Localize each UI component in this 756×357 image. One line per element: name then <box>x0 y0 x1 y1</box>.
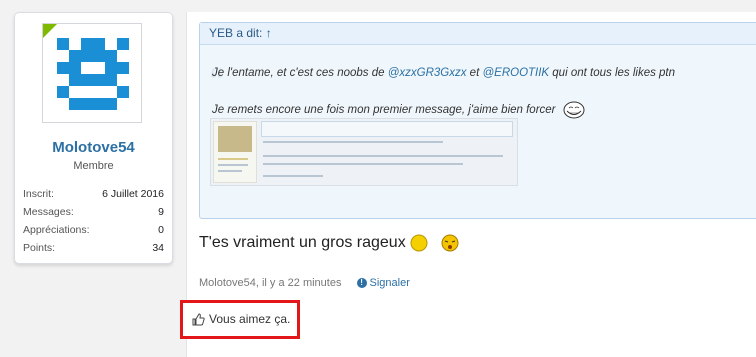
embedded-line <box>218 164 248 166</box>
quote-line-1: Je l'entame, et c'est ces noobs de @xzxG… <box>212 67 752 79</box>
message-content: YEB a dit: ↑ “ Je l'entame, et c'est ces… <box>180 12 756 357</box>
report-button[interactable]: ! Signaler <box>356 277 410 289</box>
stat-row-messages: Messages: 9 <box>23 203 164 221</box>
author-time-link[interactable]: Molotove54, il y a 22 minutes <box>199 277 341 289</box>
stat-value: 0 <box>158 224 164 236</box>
avatar[interactable] <box>42 23 142 123</box>
embedded-avatar <box>218 126 252 152</box>
quote-text: Je remets encore une fois mon premier me… <box>212 104 556 117</box>
stat-label: Appréciations: <box>23 224 90 236</box>
stat-label: Points: <box>23 242 56 254</box>
likes-summary[interactable]: Vous aimez ça. <box>188 309 294 329</box>
thumbs-up-icon <box>192 313 205 326</box>
stat-value[interactable]: 9 <box>158 203 164 221</box>
user-panel: Molotove54 Membre Inscrit: 6 Juillet 201… <box>14 12 173 264</box>
online-indicator <box>43 24 57 38</box>
mention-link[interactable]: @EROOTIIK <box>482 67 549 79</box>
mention-link[interactable]: @xzxGR3Gxzx <box>388 67 467 79</box>
stat-value[interactable]: 34 <box>152 239 164 257</box>
embedded-userpane <box>213 121 257 183</box>
quote-block: YEB a dit: ↑ “ Je l'entame, et c'est ces… <box>199 22 756 219</box>
embedded-screenshot-image <box>210 118 518 186</box>
embedded-quote <box>261 121 513 137</box>
stat-value: 6 Juillet 2016 <box>102 188 164 200</box>
trollface-icon <box>563 101 585 119</box>
stat-row-points: Points: 34 <box>23 239 164 257</box>
embedded-line <box>263 155 503 157</box>
embedded-line <box>263 163 463 165</box>
quote-text: qui ont tous les likes ptn <box>549 67 676 79</box>
stat-row-inscrit: Inscrit: 6 Juillet 2016 <box>23 185 164 203</box>
username-link[interactable]: Molotove54 <box>15 139 172 156</box>
angry-smiley-icon <box>441 234 459 252</box>
stat-label: Inscrit: <box>23 188 54 200</box>
user-title: Membre <box>73 160 114 172</box>
post-body: T'es vraiment un gros rageux <box>199 234 461 252</box>
likes-text: Vous aimez ça. <box>209 312 291 326</box>
quote-text: et <box>466 67 483 79</box>
stat-label: Messages: <box>23 206 74 218</box>
quote-body: “ Je l'entame, et c'est ces noobs de @xz… <box>200 45 756 119</box>
info-icon: ! <box>356 278 367 289</box>
report-label: Signaler <box>369 277 410 289</box>
embedded-line <box>263 141 443 143</box>
likes-summary-highlight: Vous aimez ça. <box>180 300 300 339</box>
smiley-icon <box>410 234 428 252</box>
quote-header[interactable]: YEB a dit: ↑ <box>200 23 756 45</box>
stat-row-appreciations: Appréciations: 0 <box>23 221 164 239</box>
avatar-identicon-icon <box>57 38 129 110</box>
message-meta: Molotove54, il y a 22 minutes ! Signaler <box>199 277 410 289</box>
post-text: T'es vraiment un gros rageux <box>199 234 406 252</box>
embedded-line <box>218 170 242 172</box>
embedded-line <box>218 158 248 160</box>
user-stats: Inscrit: 6 Juillet 2016 Messages: 9 Appr… <box>23 185 164 257</box>
quote-line-2: Je remets encore une fois mon premier me… <box>212 101 752 119</box>
quote-text: Je l'entame, et c'est ces noobs de <box>212 67 388 79</box>
embedded-line <box>263 175 323 177</box>
